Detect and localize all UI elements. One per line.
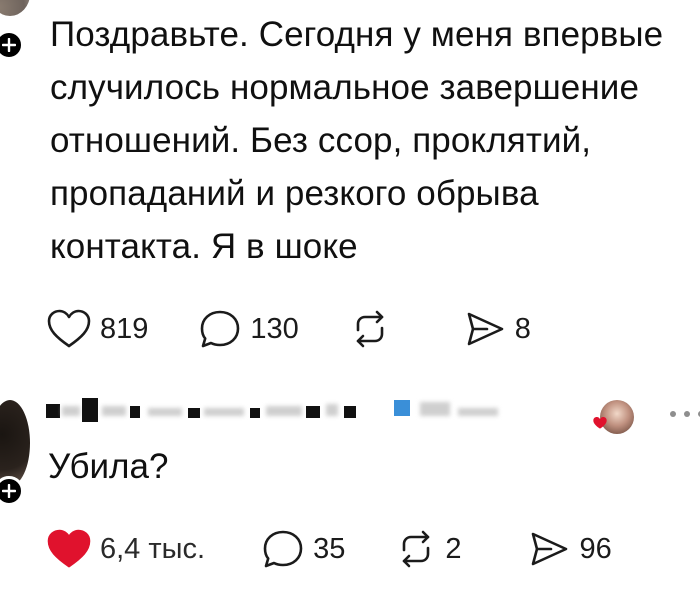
plus-icon [2,484,16,498]
share-button[interactable]: 8 [463,308,531,350]
heart-filled-icon [593,417,607,429]
like-count: 819 [100,312,149,345]
post-author-avatar[interactable] [0,0,30,16]
post-text: Поздравьте. Сегодня у меня впервые случи… [50,15,664,266]
share-count: 8 [514,312,531,345]
follow-button[interactable] [0,30,24,60]
plus-icon [2,38,16,52]
more-dots-icon[interactable] [670,404,700,424]
repost-arrows-icon [403,530,430,568]
paper-plane-icon [532,532,568,566]
reply-like-count: 6,4 тыс. [100,532,206,565]
reply-reply-count: 35 [313,532,346,565]
reply-share-count: 96 [579,532,612,565]
paper-plane-icon [467,312,504,346]
reply-text: Убила? [48,447,169,486]
reply-reply-button[interactable]: 35 [261,528,345,570]
reply-action-bar: 6,4 тыс. 35 2 96 [46,524,612,574]
reply-count: 130 [250,312,299,345]
post-action-bar: 819 130 8 [46,304,531,354]
reply-share-button[interactable]: 96 [527,528,612,570]
heart-filled-icon [47,529,91,568]
reply-header [44,394,700,438]
heart-outline-icon [47,309,91,348]
reply-repost-count: 2 [445,532,462,565]
reply-like-button[interactable]: 6,4 тыс. [46,528,205,570]
like-button[interactable]: 819 [46,308,148,350]
reply-repost-button[interactable]: 2 [395,528,461,570]
speech-bubble-icon [201,310,240,348]
thread-view: Поздравьте. Сегодня у меня впервые случи… [0,0,700,596]
reply-follow-button[interactable] [0,476,24,506]
repost-arrows-icon [356,310,384,348]
reply-author-avatar[interactable] [0,400,30,486]
reply-button[interactable]: 130 [198,308,299,350]
speech-bubble-icon [263,530,303,568]
repost-button[interactable] [349,308,391,350]
